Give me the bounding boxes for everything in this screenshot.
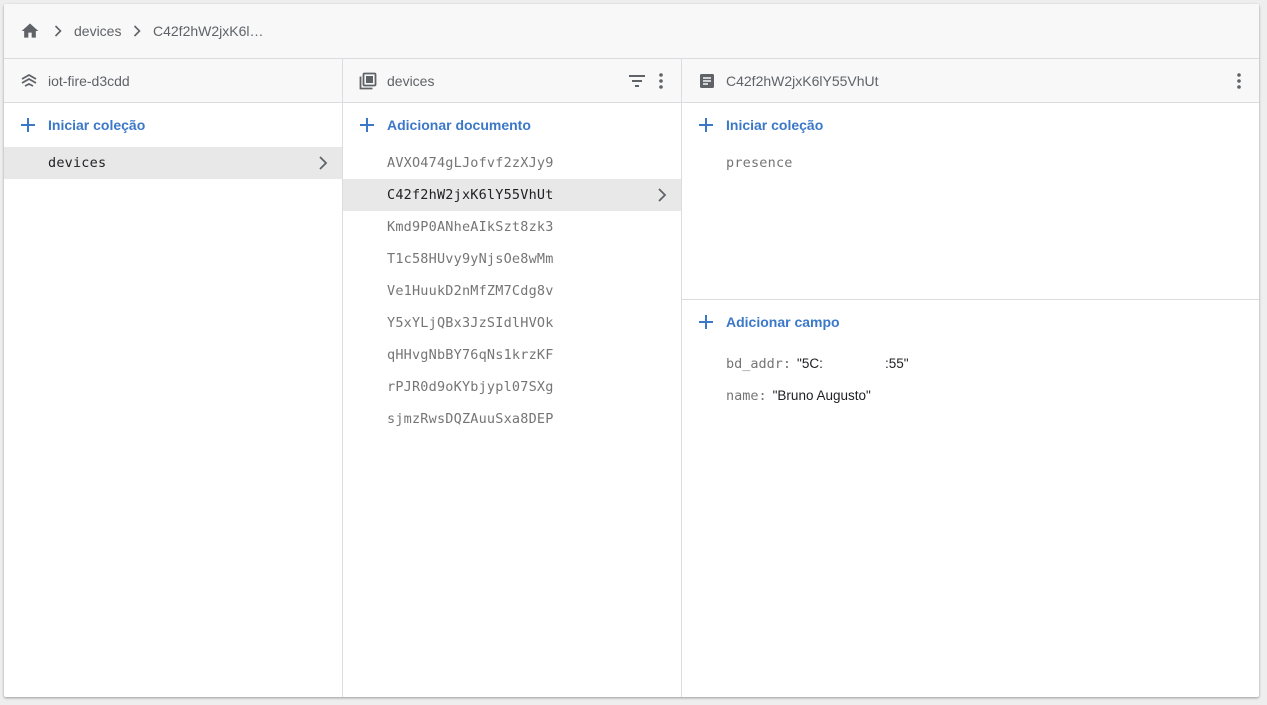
document-item-selected[interactable]: C42f2hW2jxK6lY55VhUt xyxy=(343,179,681,211)
plus-icon xyxy=(21,118,35,132)
collection-column: devices Adicionar documento AVXO474gLJof… xyxy=(343,59,682,697)
project-column: iot-fire-d3cdd Iniciar coleção devices xyxy=(4,59,343,697)
field-value: "5C: :55" xyxy=(797,356,909,371)
document-item[interactable]: Y5xYLjQBx3JzSIdlHVOk xyxy=(343,307,681,339)
start-subcollection-button[interactable]: Iniciar coleção xyxy=(682,107,1259,143)
subcollection-item-presence[interactable]: presence xyxy=(682,147,1259,179)
plus-icon xyxy=(360,118,374,132)
plus-icon xyxy=(699,315,713,329)
firestore-database-icon xyxy=(21,73,37,87)
collection-item-devices[interactable]: devices xyxy=(4,147,342,179)
filter-icon[interactable] xyxy=(627,71,647,91)
document-item[interactable]: rPJR0d9oKYbjypl07SXg xyxy=(343,371,681,403)
breadcrumb-item-devices[interactable]: devices xyxy=(74,23,121,39)
start-collection-label: Iniciar coleção xyxy=(48,117,146,133)
field-row-bd-addr[interactable]: bd_addr: "5C: :55" xyxy=(726,355,909,375)
document-column: C42f2hW2jxK6lY55VhUt Iniciar coleção pre… xyxy=(682,59,1259,697)
field-key: name: xyxy=(726,388,767,404)
chevron-right-icon xyxy=(133,25,141,37)
chevron-right-icon xyxy=(54,25,62,37)
firestore-data-panel: devices C42f2hW2jxK6l… iot-fire-d3cdd In… xyxy=(4,4,1259,697)
project-title: iot-fire-d3cdd xyxy=(48,73,130,89)
chevron-right-icon xyxy=(319,156,328,170)
start-collection-button[interactable]: Iniciar coleção xyxy=(4,107,342,143)
field-key: bd_addr: xyxy=(726,356,792,372)
plus-icon xyxy=(699,118,713,132)
document-item[interactable]: Ve1HuukD2nMfZM7Cdg8v xyxy=(343,275,681,307)
more-vert-icon[interactable] xyxy=(1229,71,1249,91)
start-subcollection-label: Iniciar coleção xyxy=(726,117,824,133)
document-item[interactable]: sjmzRwsDQZAuuSxa8DEP xyxy=(343,403,681,435)
project-column-header: iot-fire-d3cdd xyxy=(4,59,342,103)
chevron-right-icon xyxy=(658,188,667,202)
document-item[interactable]: qHHvgNbBY76qNs1krzKF xyxy=(343,339,681,371)
add-field-label: Adicionar campo xyxy=(726,314,840,330)
document-title: C42f2hW2jxK6lY55VhUt xyxy=(726,73,879,89)
breadcrumb-item-document[interactable]: C42f2hW2jxK6l… xyxy=(153,23,264,39)
field-row-name[interactable]: name: "Bruno Augusto" xyxy=(726,387,871,407)
document-item[interactable]: AVXO474gLJofvf2zXJy9 xyxy=(343,147,681,179)
section-divider xyxy=(682,299,1259,300)
document-item[interactable]: Kmd9P0ANheAIkSzt8zk3 xyxy=(343,211,681,243)
more-vert-icon[interactable] xyxy=(651,71,671,91)
field-value: "Bruno Augusto" xyxy=(772,388,871,403)
document-item[interactable]: T1c58HUvy9yNjsOe8wMm xyxy=(343,243,681,275)
collection-column-header: devices xyxy=(343,59,681,103)
home-icon[interactable] xyxy=(20,21,40,41)
breadcrumb: devices C42f2hW2jxK6l… xyxy=(4,4,1259,59)
document-icon xyxy=(700,74,714,88)
add-document-button[interactable]: Adicionar documento xyxy=(343,107,681,143)
add-field-button[interactable]: Adicionar campo xyxy=(682,304,1259,340)
add-document-label: Adicionar documento xyxy=(387,117,531,133)
collection-icon xyxy=(359,72,377,90)
document-column-header: C42f2hW2jxK6lY55VhUt xyxy=(682,59,1259,103)
collection-title: devices xyxy=(387,73,435,89)
